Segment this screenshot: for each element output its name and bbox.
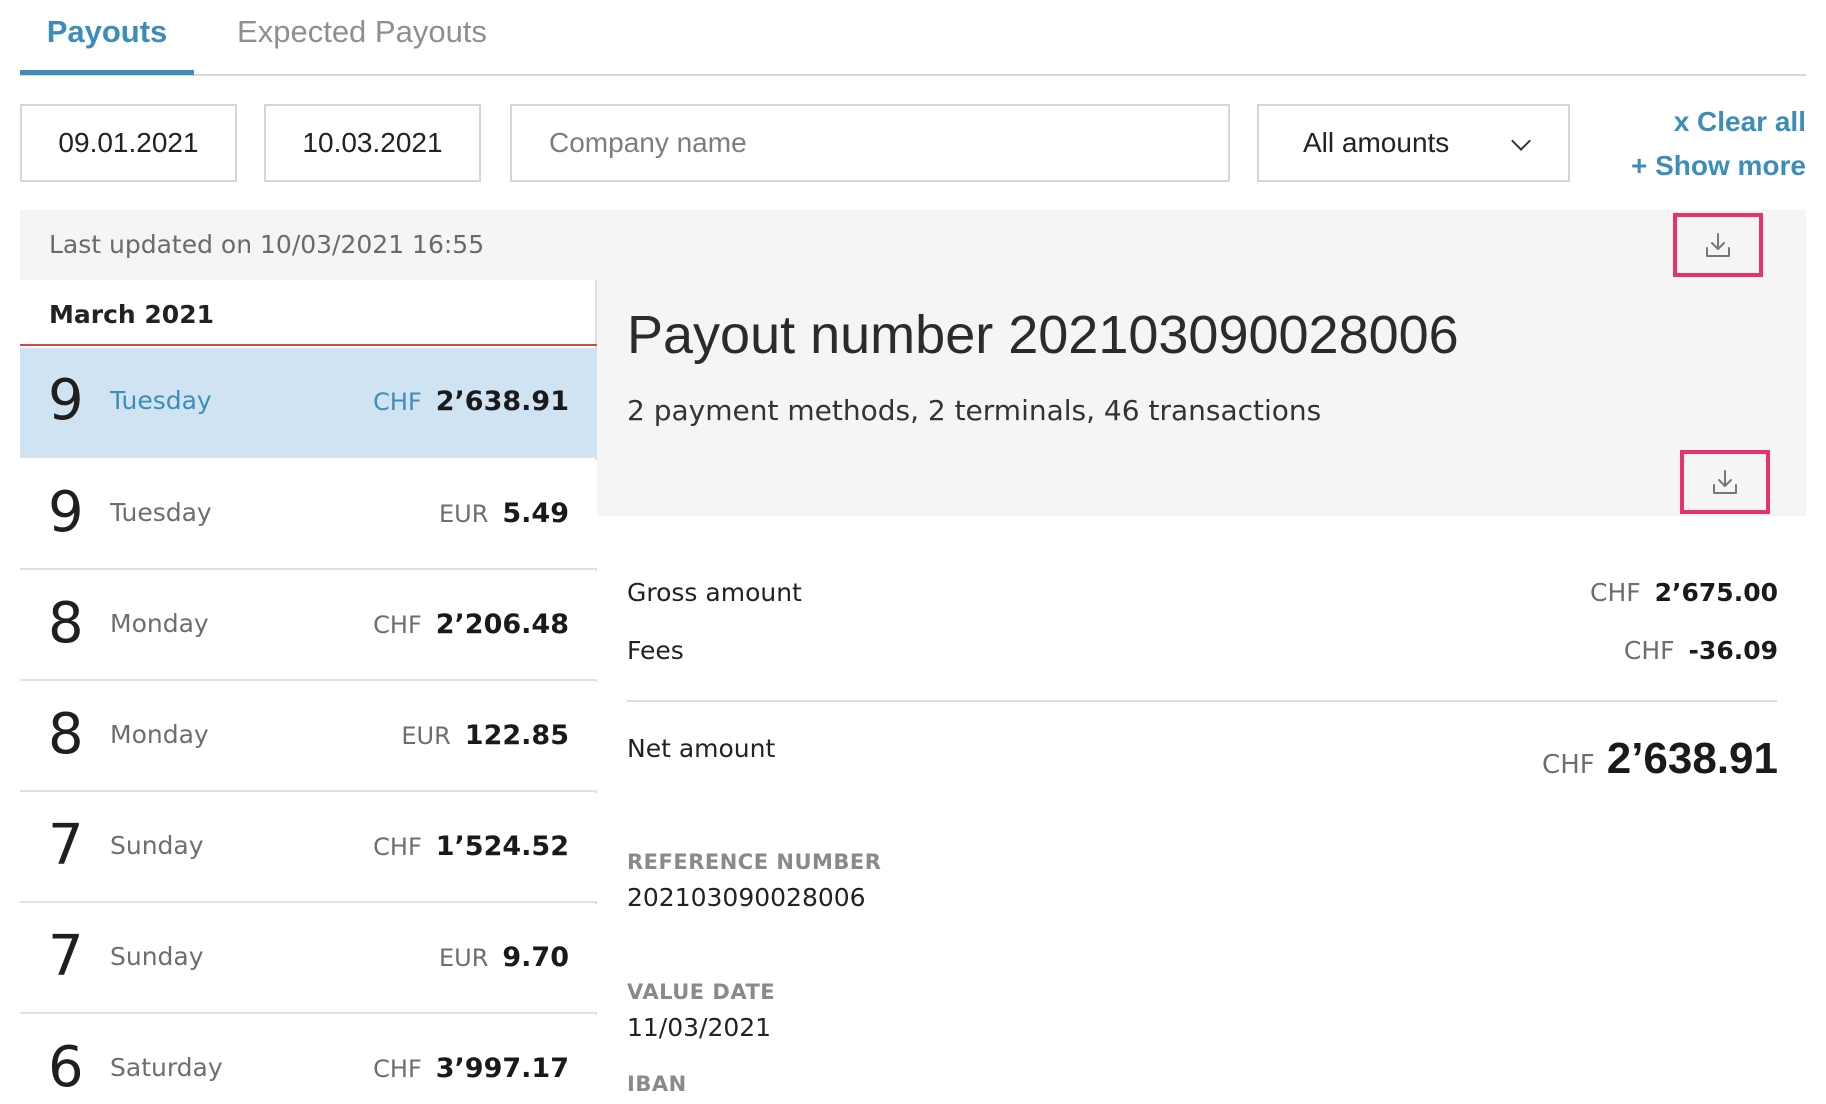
- month-divider: [20, 344, 597, 346]
- payout-summary: 2 payment methods, 2 terminals, 46 trans…: [627, 394, 1322, 427]
- row-value: 1’524.52: [435, 831, 569, 862]
- row-weekday: Sunday: [110, 942, 204, 971]
- iban-label: IBAN: [627, 1072, 687, 1096]
- last-updated-text: Last updated on 10/03/2021 16:55: [49, 230, 485, 259]
- download-payout-button[interactable]: [1680, 450, 1770, 514]
- company-name-input[interactable]: Company name: [510, 104, 1230, 182]
- month-heading: March 2021: [49, 300, 214, 329]
- row-value: 2’638.91: [435, 386, 569, 417]
- gross-amount-label: Gross amount: [627, 578, 802, 607]
- chevron-down-icon: [1511, 131, 1531, 151]
- amount-divider: [627, 700, 1777, 702]
- row-currency: CHF: [373, 388, 422, 416]
- row-amount: CHF 3’997.17: [373, 1053, 569, 1084]
- tab-payouts[interactable]: Payouts: [20, 0, 194, 75]
- net-amount-value: CHF 2’638.91: [1542, 734, 1778, 784]
- row-weekday: Sunday: [110, 831, 204, 860]
- payout-row[interactable]: 7 Sunday EUR 9.70: [20, 904, 597, 1014]
- row-day: 8: [48, 702, 84, 767]
- row-day: 9: [48, 480, 84, 545]
- fees-label: Fees: [627, 636, 684, 665]
- row-value: 3’997.17: [435, 1053, 569, 1084]
- date-from-field[interactable]: 09.01.2021: [20, 104, 237, 182]
- value-date-value: 11/03/2021: [627, 1013, 772, 1042]
- amount-filter-select[interactable]: All amounts: [1257, 104, 1570, 182]
- fees-amount: -36.09: [1688, 636, 1778, 665]
- row-amount: CHF 1’524.52: [373, 831, 569, 862]
- amount-filter-value: All amounts: [1303, 127, 1450, 158]
- payout-row[interactable]: 6 Saturday CHF 3’997.17: [20, 1015, 597, 1104]
- date-to-field[interactable]: 10.03.2021: [264, 104, 481, 182]
- row-value: 122.85: [464, 720, 569, 751]
- row-amount: CHF 2’206.48: [373, 609, 569, 640]
- value-date-label: VALUE DATE: [627, 980, 776, 1004]
- download-icon: [1706, 233, 1730, 257]
- row-currency: CHF: [373, 833, 422, 861]
- clear-all-link[interactable]: x Clear all: [1674, 106, 1806, 138]
- download-icon: [1713, 470, 1737, 494]
- row-weekday: Saturday: [110, 1053, 223, 1082]
- payout-row[interactable]: 9 Tuesday CHF 2’638.91: [20, 348, 597, 458]
- row-amount: EUR 122.85: [401, 720, 569, 751]
- row-value: 2’206.48: [435, 609, 569, 640]
- row-currency: EUR: [438, 500, 489, 528]
- row-value: 5.49: [502, 498, 569, 529]
- row-day: 7: [48, 924, 84, 989]
- payout-row[interactable]: 8 Monday CHF 2’206.48: [20, 571, 597, 681]
- row-weekday: Monday: [110, 609, 209, 638]
- tab-bar: Payouts Expected Payouts: [20, 0, 1806, 76]
- row-day: 6: [48, 1035, 84, 1100]
- payout-row[interactable]: 8 Monday EUR 122.85: [20, 682, 597, 792]
- row-currency: CHF: [373, 1055, 422, 1083]
- tab-expected-payouts[interactable]: Expected Payouts: [222, 0, 502, 76]
- payout-title: Payout number 202103090028006: [627, 305, 1459, 365]
- fees-currency: CHF: [1623, 636, 1675, 665]
- download-all-button[interactable]: [1673, 213, 1763, 277]
- reference-number-label: REFERENCE NUMBER: [627, 850, 882, 874]
- gross-value: 2’675.00: [1654, 578, 1778, 607]
- row-day: 9: [48, 368, 84, 433]
- row-weekday: Monday: [110, 720, 209, 749]
- payout-row[interactable]: 9 Tuesday EUR 5.49: [20, 460, 597, 570]
- show-more-link[interactable]: + Show more: [1631, 150, 1806, 182]
- row-amount: CHF 2’638.91: [373, 386, 569, 417]
- fees-value: CHF -36.09: [1624, 636, 1778, 665]
- reference-number-value: 202103090028006: [627, 883, 866, 912]
- gross-amount-value: CHF 2’675.00: [1590, 578, 1778, 607]
- row-currency: EUR: [438, 944, 489, 972]
- net-amount-label: Net amount: [627, 734, 776, 763]
- row-weekday: Tuesday: [110, 386, 212, 415]
- row-day: 8: [48, 591, 84, 656]
- net-value: 2’638.91: [1606, 734, 1778, 783]
- payout-list: March 2021 9 Tuesday CHF 2’638.91 9 Tuesd…: [20, 280, 597, 1104]
- row-day: 7: [48, 813, 84, 878]
- row-amount: EUR 5.49: [439, 498, 569, 529]
- row-currency: CHF: [373, 611, 422, 639]
- row-weekday: Tuesday: [110, 498, 212, 527]
- gross-currency: CHF: [1589, 578, 1641, 607]
- net-currency: CHF: [1542, 750, 1595, 780]
- row-amount: EUR 9.70: [439, 942, 569, 973]
- row-currency: EUR: [401, 722, 451, 750]
- payout-row[interactable]: 7 Sunday CHF 1’524.52: [20, 793, 597, 903]
- row-value: 9.70: [502, 942, 569, 973]
